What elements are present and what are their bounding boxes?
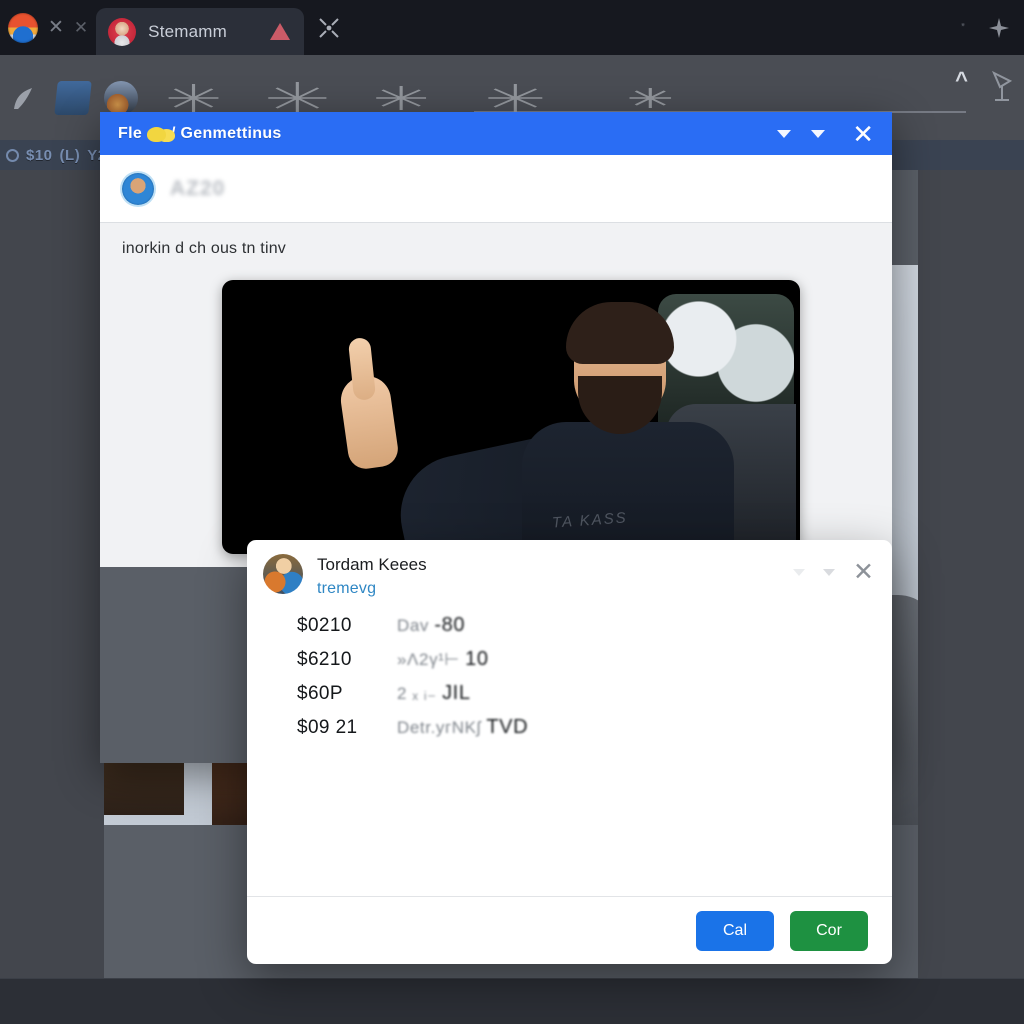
user-name: AZ20 xyxy=(170,176,226,200)
row-description-text: Detr.yгNKʃ xyxy=(397,718,481,738)
header-chevron-down-icon-2[interactable] xyxy=(811,129,826,138)
row-description-text: 2 ₓ ᵢ₋ xyxy=(397,684,437,704)
inner-dialog-header: Tordam Keees tremevg ✕ xyxy=(247,540,892,598)
browser-orb-logo-icon xyxy=(8,12,38,43)
user-avatar-icon[interactable] xyxy=(122,172,154,205)
outer-dialog-close-icon[interactable]: ✕ xyxy=(852,121,874,147)
row-description: Dav -80 xyxy=(397,614,465,637)
tabstrip-right-controls: ’’ xyxy=(961,0,1024,55)
row-price: $0210 xyxy=(297,615,352,637)
browser-tab-stemamm[interactable]: Stemamm xyxy=(96,8,305,55)
inner-dialog-footer: Cal Cor xyxy=(247,896,892,964)
row-description: Detr.yгNKʃ TVD xyxy=(397,716,528,739)
row-price: $60P xyxy=(297,683,343,705)
inner-chevron-down-icon-2[interactable] xyxy=(823,569,836,576)
coin-icon xyxy=(6,148,19,162)
inner-dialog-close-icon[interactable]: ✕ xyxy=(853,560,874,585)
red-triangle-badge-icon xyxy=(270,23,291,40)
outer-dialog-media-area: TA KASS xyxy=(100,274,892,567)
outer-dialog-title: Fle / Genmettinus xyxy=(118,125,762,143)
row-price: $6210 xyxy=(297,649,352,671)
row-description: 2 ₓ ᵢ₋ JIL xyxy=(397,682,471,705)
tab-avatar-icon xyxy=(108,17,137,46)
chevron-up-icon[interactable]: ^ xyxy=(955,67,968,93)
tiny-mark: ’’ xyxy=(960,20,965,35)
small-x-icon[interactable]: ✕ xyxy=(74,19,88,36)
list-item[interactable]: $09 21 Detr.yгNKʃ TVD xyxy=(297,716,892,750)
row-value: JIL xyxy=(442,682,471,705)
lamp-icon[interactable] xyxy=(988,69,1018,103)
sparkle-icon[interactable] xyxy=(988,17,1010,39)
row-value: 10 xyxy=(465,648,489,671)
inner-dialog: Tordam Keees tremevg ✕ $0210 Dav -80 $62… xyxy=(247,540,892,964)
row-description-text: Dav xyxy=(397,616,430,636)
tabstrip-left-controls: ✕ ✕ xyxy=(0,0,94,55)
outer-dialog-body-text: inorkin d ch ous tn tinv xyxy=(100,223,892,274)
outer-dialog-header: Fle / Genmettinus ✕ xyxy=(100,112,892,155)
video-person-body xyxy=(522,422,734,554)
inner-dialog-list: $0210 Dav -80 $6210 »Λ2γ¹⊢ 10 $60P 2 ₓ ᵢ… xyxy=(247,598,892,896)
row-value: TVD xyxy=(486,716,529,739)
profile-avatar-icon[interactable] xyxy=(263,554,303,594)
cancel-button[interactable]: Cal xyxy=(696,910,774,951)
scatter-nodes-icon[interactable] xyxy=(316,15,342,41)
flag-icon[interactable] xyxy=(54,80,92,115)
tab-title: Stemamm xyxy=(148,21,228,41)
row-description-text: »Λ2γ¹⊢ xyxy=(397,650,460,670)
inner-dialog-titles: Tordam Keees tremevg xyxy=(317,554,779,598)
inner-dialog-header-controls: ✕ xyxy=(793,554,878,585)
outer-dialog-title-suffix: / Genmettinus xyxy=(171,124,282,142)
list-item[interactable]: $0210 Dav -80 xyxy=(297,614,892,648)
yellow-balloon-emoji-icon xyxy=(147,127,167,142)
list-item[interactable]: $60P 2 ₓ ᵢ₋ JIL xyxy=(297,682,892,716)
avatar-thumb-icon[interactable] xyxy=(104,80,138,115)
plant-icon[interactable] xyxy=(8,81,42,115)
row-value: -80 xyxy=(434,614,466,637)
row-description: »Λ2γ¹⊢ 10 xyxy=(397,648,489,671)
list-item[interactable]: $6210 »Λ2γ¹⊢ 10 xyxy=(297,648,892,682)
page-bottom-edge xyxy=(0,978,1024,1024)
row-price: $09 21 xyxy=(297,717,358,739)
status-amount: $10 xyxy=(26,146,53,164)
inner-dialog-title: Tordam Keees xyxy=(317,555,427,574)
status-paren: (L) xyxy=(59,146,81,164)
outer-dialog-title-prefix: Fle xyxy=(118,124,143,142)
video-thumbnail[interactable]: TA KASS xyxy=(222,280,800,554)
header-chevron-down-icon-1[interactable] xyxy=(777,129,792,138)
inner-chevron-down-icon-1[interactable] xyxy=(793,569,806,576)
close-icon[interactable]: ✕ xyxy=(48,18,64,37)
screen-root: ✕ ✕ Stemamm ’’ ^ $10 (L) Fle / Genmettin… xyxy=(0,0,1024,1024)
confirm-button[interactable]: Cor xyxy=(790,910,868,951)
browser-tab-strip: ✕ ✕ Stemamm ’’ xyxy=(0,0,1024,55)
inner-dialog-subtitle[interactable]: tremevg xyxy=(317,580,779,598)
outer-dialog-user-row: AZ20 xyxy=(100,155,892,223)
